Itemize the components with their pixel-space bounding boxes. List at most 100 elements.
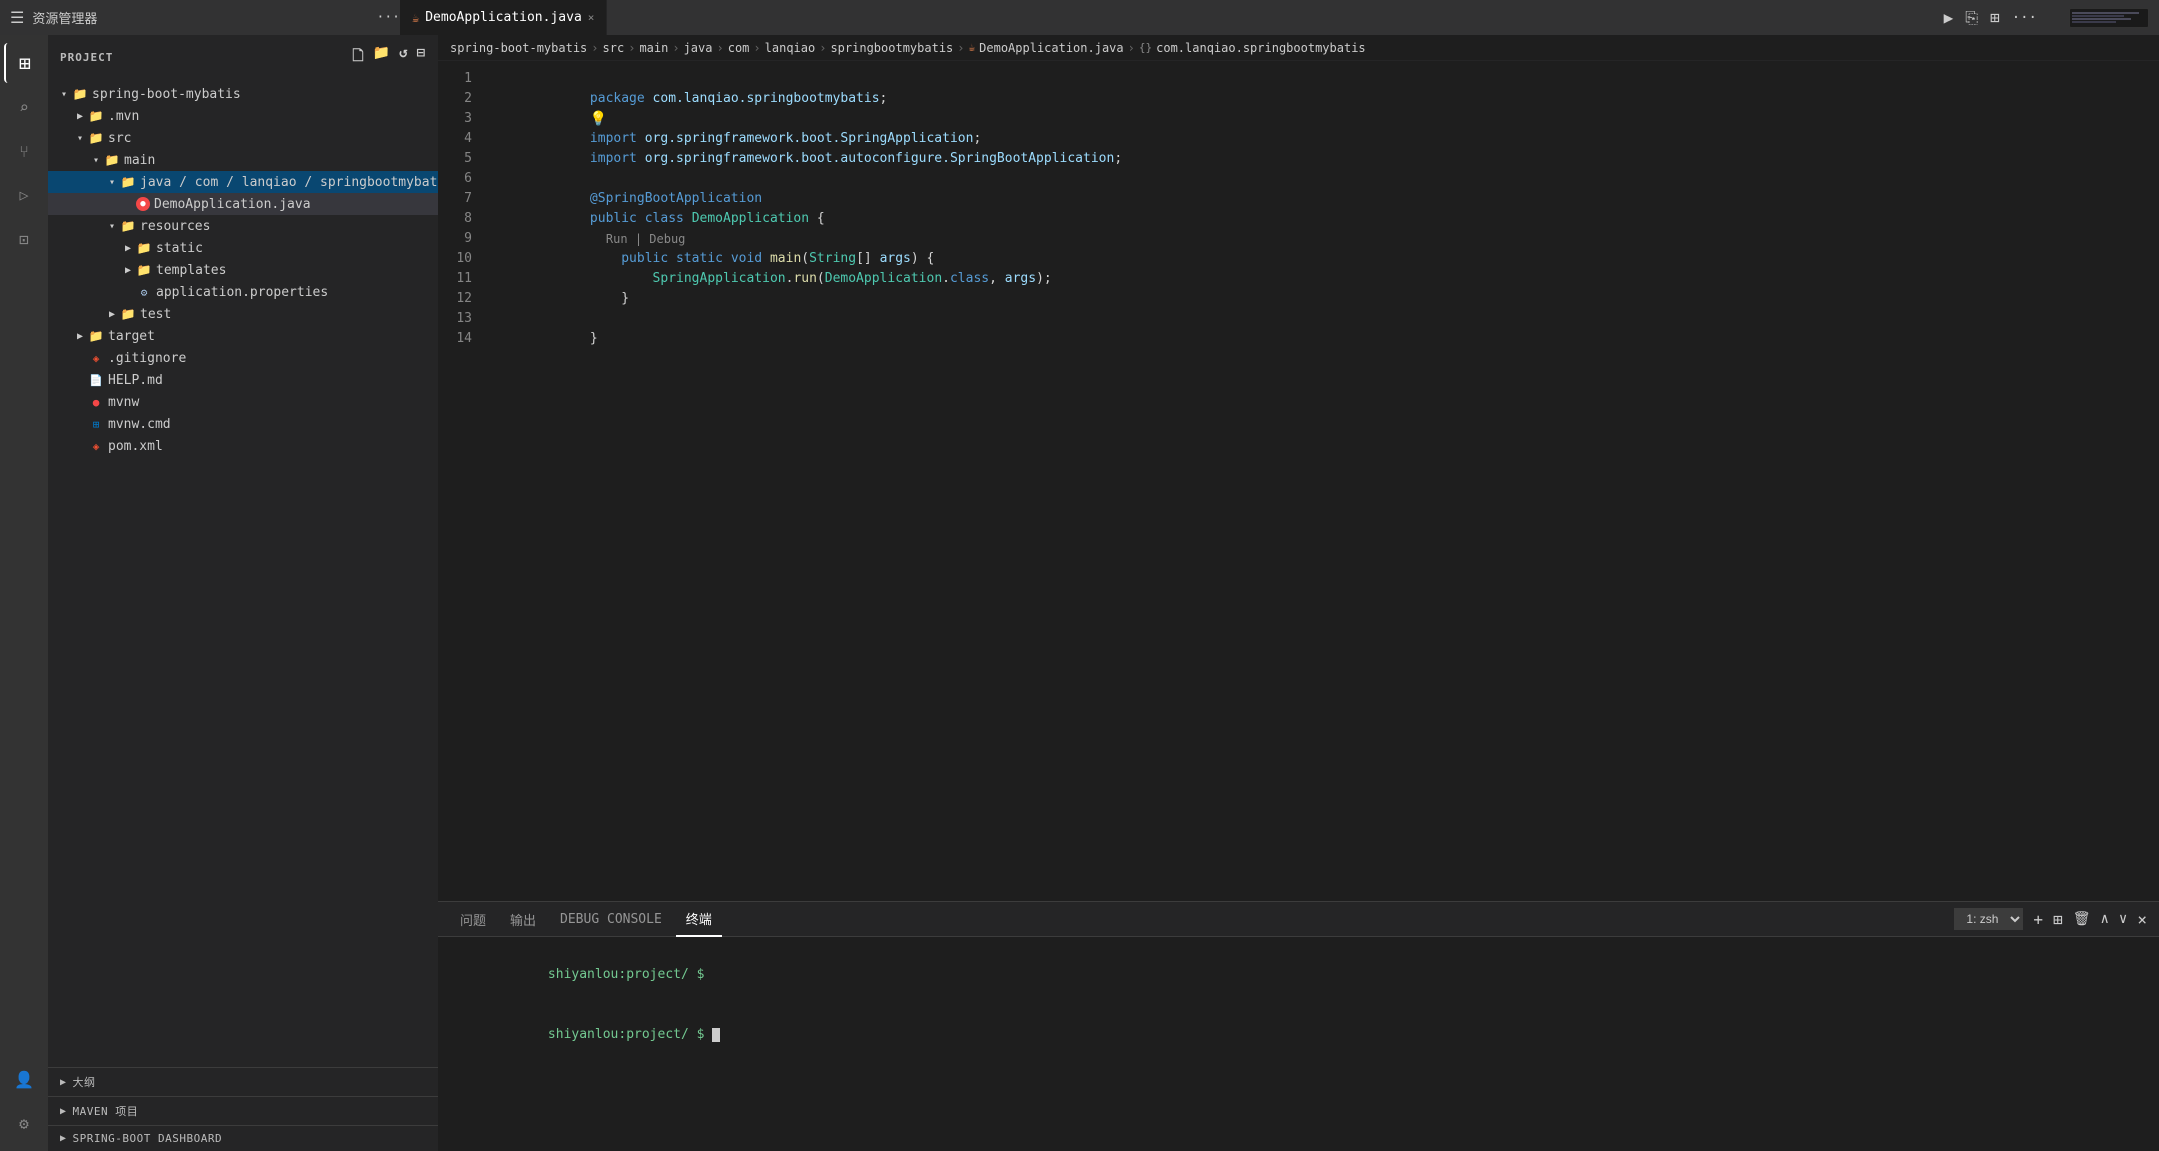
terminal-trash-button[interactable]: 🗑 — [2073, 911, 2091, 927]
tree-item-static[interactable]: ▶ 📁 static — [48, 237, 438, 259]
tree-item-gitignore[interactable]: ▶ ◈ .gitignore — [48, 347, 438, 369]
tree-item-resources[interactable]: ▾ 📁 resources — [48, 215, 438, 237]
tree-item-target[interactable]: ▶ 📁 target — [48, 325, 438, 347]
breadcrumb-file[interactable]: DemoApplication.java — [979, 41, 1124, 55]
breadcrumb-sep-4: › — [716, 41, 723, 55]
outline-arrow: ▶ — [60, 1077, 67, 1088]
terminal-up-button[interactable]: ∧ — [2100, 911, 2108, 927]
project-label: PROJECT — [60, 51, 113, 64]
tree-item-templates[interactable]: ▶ 📁 templates — [48, 259, 438, 281]
tree-item-test[interactable]: ▶ 📁 test — [48, 303, 438, 325]
sidebar-section-outline[interactable]: ▶ 大纲 — [48, 1067, 438, 1096]
java-file-icon: ☕ — [412, 11, 419, 25]
tree-item-app-properties[interactable]: ▶ ⚙ application.properties — [48, 281, 438, 303]
breadcrumb-sep-1: › — [591, 41, 598, 55]
folder-main-icon: 📁 — [104, 152, 120, 168]
breadcrumb-sep-7: › — [957, 41, 964, 55]
tab-bar: ☕ DemoApplication.java × — [400, 0, 1944, 35]
terminal-split-button[interactable]: ⊞ — [2053, 910, 2063, 929]
run-debug-hint[interactable]: Run | Debug — [606, 232, 685, 246]
terminal-line-2: shiyanlou:project/ $ — [454, 1005, 2143, 1065]
tree-item-mvnw[interactable]: ▶ ● mvnw — [48, 391, 438, 413]
terminal-close-button[interactable]: × — [2137, 910, 2147, 929]
tree-item-help-md[interactable]: ▶ 📄 HELP.md — [48, 369, 438, 391]
tab-close-button[interactable]: × — [588, 11, 595, 24]
arrow-mvn: ▶ — [72, 108, 88, 124]
activity-search[interactable]: ⌕ — [4, 87, 44, 127]
tab-debug-console[interactable]: DEBUG CONSOLE — [550, 902, 672, 937]
hamburger-icon[interactable]: ☰ — [10, 8, 24, 27]
arrow-resources: ▾ — [104, 218, 120, 234]
new-file-icon[interactable]: 🗋 — [352, 45, 364, 69]
tree-item-mvn[interactable]: ▶ 📁 .mvn — [48, 105, 438, 127]
sidebar-section-dashboard[interactable]: ▶ SPRING-BOOT DASHBOARD — [48, 1125, 438, 1151]
tab-demo-application[interactable]: ☕ DemoApplication.java × — [400, 0, 607, 35]
terminal-cmd-1 — [704, 967, 712, 982]
tree-item-demo-app[interactable]: ▶ ● DemoApplication.java — [48, 193, 438, 215]
activity-settings[interactable]: ⚙ — [4, 1103, 44, 1143]
breadcrumb-java[interactable]: java — [684, 41, 713, 55]
tree-item-mvnw-cmd[interactable]: ▶ ⊞ mvnw.cmd — [48, 413, 438, 435]
terminal-line-1: shiyanlou:project/ $ — [454, 945, 2143, 1005]
tree-item-root[interactable]: ▾ 📁 spring-boot-mybatis — [48, 83, 438, 105]
split-editor-button[interactable]: ⎘ — [1965, 8, 1978, 28]
mvnw-icon: ● — [88, 394, 104, 410]
breadcrumb-springbootmybatis[interactable]: springbootmybatis — [830, 41, 953, 55]
title-bar-more[interactable]: ··· — [377, 10, 400, 25]
layout-button[interactable]: ⊞ — [1990, 8, 2000, 27]
tree-item-src[interactable]: ▾ 📁 src — [48, 127, 438, 149]
activity-explorer[interactable]: ⊞ — [4, 43, 44, 83]
collapse-icon[interactable]: ⊟ — [417, 45, 426, 69]
tree-item-pom-xml[interactable]: ▶ ◈ pom.xml — [48, 435, 438, 457]
tree-item-java-path[interactable]: ▾ 📁 java / com / lanqiao / springbootmyb… — [48, 171, 438, 193]
tab-output[interactable]: 输出 — [500, 902, 546, 937]
terminal-add-button[interactable]: + — [2033, 910, 2043, 929]
breadcrumb-com[interactable]: com — [728, 41, 750, 55]
activity-source-control[interactable]: ⑂ — [4, 131, 44, 171]
arrow-target: ▶ — [72, 328, 88, 344]
tree-item-main[interactable]: ▾ 📁 main — [48, 149, 438, 171]
pom-icon: ◈ — [88, 438, 104, 454]
breadcrumb-src[interactable]: src — [603, 41, 625, 55]
editor-content: 1 2 3 4 5 6 7 8 9 10 11 12 13 14 — [438, 61, 2159, 1151]
sidebar-header: PROJECT 🗋 📁 ↺ ⊟ — [48, 35, 438, 79]
breadcrumb-class[interactable]: com.lanqiao.springbootmybatis — [1156, 41, 1366, 55]
run-button[interactable]: ▶ — [1944, 8, 1954, 27]
sidebar-section-maven[interactable]: ▶ MAVEN 项目 — [48, 1096, 438, 1125]
activity-extensions[interactable]: ⊡ — [4, 219, 44, 259]
maven-label: MAVEN 项目 — [73, 1103, 139, 1119]
refresh-icon[interactable]: ↺ — [399, 45, 408, 69]
arrow-test: ▶ — [104, 306, 120, 322]
resource-manager-title: 资源管理器 — [32, 8, 97, 27]
code-editor[interactable]: 1 2 3 4 5 6 7 8 9 10 11 12 13 14 — [438, 61, 2159, 901]
arrow-static: ▶ — [120, 240, 136, 256]
title-bar-actions: ▶ ⎘ ⊞ ··· — [1944, 8, 2149, 28]
label-templates: templates — [156, 263, 226, 278]
new-folder-icon[interactable]: 📁 — [373, 45, 391, 69]
breadcrumb-sep-5: › — [753, 41, 760, 55]
activity-run-debug[interactable]: ▷ — [4, 175, 44, 215]
label-mvnw: mvnw — [108, 395, 139, 410]
label-root: spring-boot-mybatis — [92, 87, 241, 102]
breadcrumb-file-icon: ☕ — [969, 41, 976, 54]
terminal-cmd-2 — [704, 1027, 712, 1042]
terminal-down-button[interactable]: ∨ — [2119, 911, 2127, 927]
label-test: test — [140, 307, 171, 322]
breadcrumb-sep-2: › — [628, 41, 635, 55]
maven-arrow: ▶ — [60, 1106, 67, 1117]
breadcrumb-lanqiao[interactable]: lanqiao — [765, 41, 816, 55]
arrow-main: ▾ — [88, 152, 104, 168]
label-target: target — [108, 329, 155, 344]
tab-label: DemoApplication.java — [425, 10, 582, 25]
folder-target-icon: 📁 — [88, 328, 104, 344]
activity-account[interactable]: 👤 — [4, 1059, 44, 1099]
mvnwcmd-icon: ⊞ — [88, 416, 104, 432]
terminal-content[interactable]: shiyanlou:project/ $ shiyanlou:project/ … — [438, 937, 2159, 1151]
more-actions-button[interactable]: ··· — [2012, 10, 2037, 26]
breadcrumb-spring[interactable]: spring-boot-mybatis — [450, 41, 587, 55]
tab-problems[interactable]: 问题 — [450, 902, 496, 937]
breadcrumb-bar: spring-boot-mybatis › src › main › java … — [438, 35, 2159, 61]
tab-terminal[interactable]: 终端 — [676, 902, 722, 937]
breadcrumb-main[interactable]: main — [639, 41, 668, 55]
terminal-select[interactable]: 1: zsh — [1954, 908, 2023, 930]
